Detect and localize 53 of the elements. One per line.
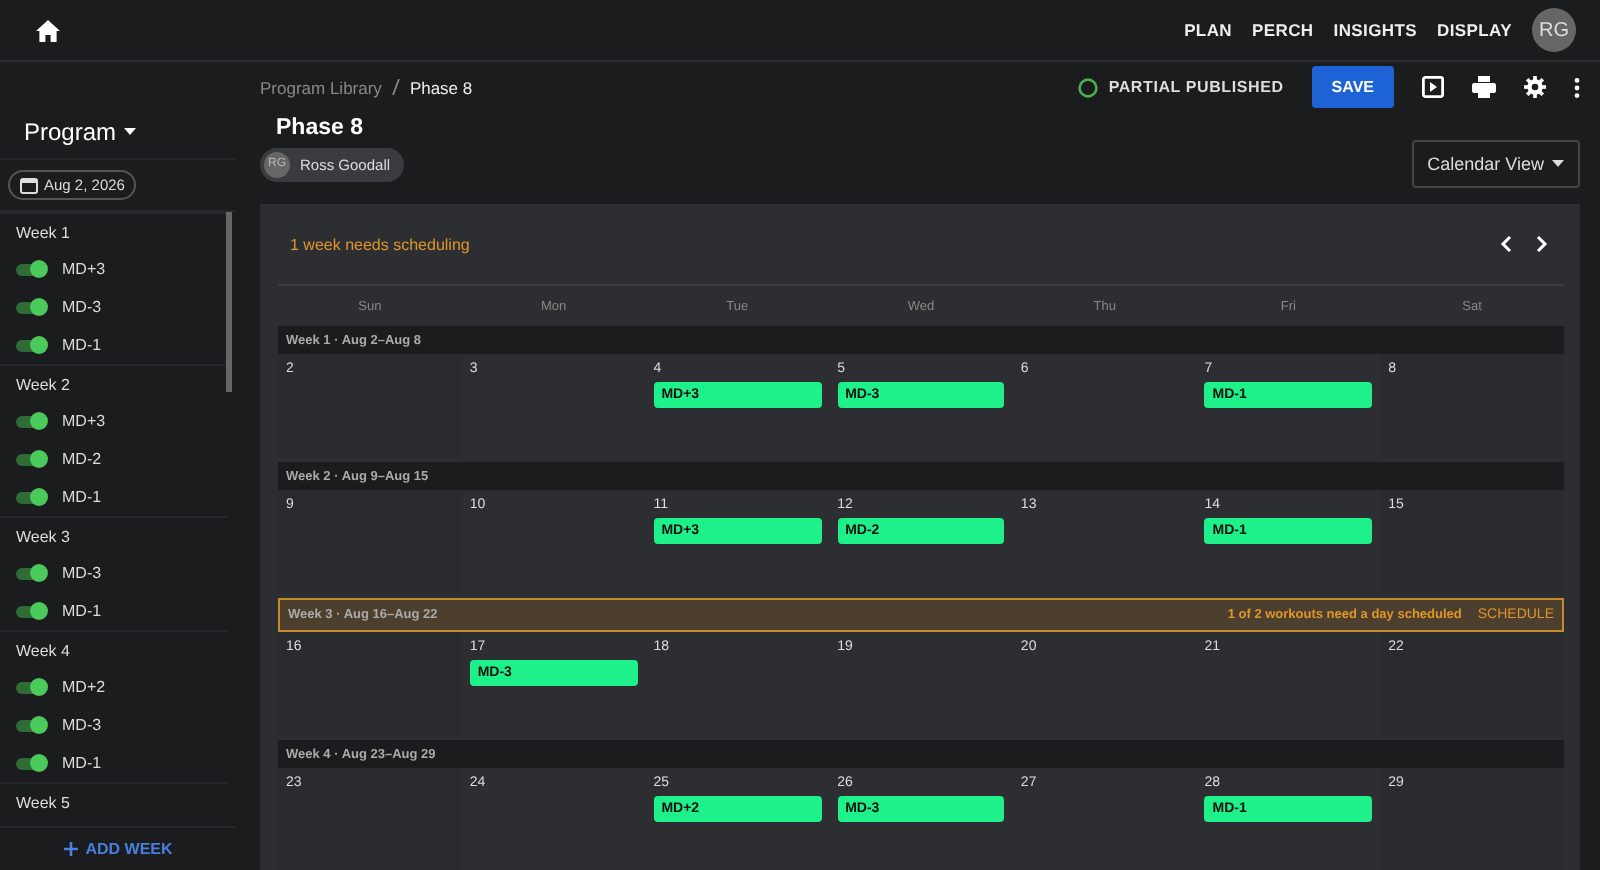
toggle-switch[interactable]: [16, 301, 46, 313]
page-title: Phase 8: [276, 116, 365, 140]
session-label: MD+3: [62, 412, 106, 430]
session-label: MD-3: [62, 716, 102, 734]
publish-status: PARTIAL PUBLISHED: [1108, 78, 1284, 96]
play-icon[interactable]: [1422, 76, 1444, 98]
view-dropdown[interactable]: Calendar View: [1411, 140, 1580, 188]
session-label: MD-1: [62, 488, 102, 506]
more-icon[interactable]: [1574, 77, 1580, 97]
toggle-switch[interactable]: [16, 339, 46, 351]
caret-icon: [1552, 160, 1564, 168]
breadcrumb-item: Phase 8: [409, 77, 473, 97]
session-label: MD+2: [62, 678, 106, 696]
caret-icon: [124, 128, 137, 136]
nav-link[interactable]: PERCH: [1252, 20, 1314, 40]
toggle-switch[interactable]: [16, 491, 46, 503]
week-heading: Week 5: [0, 782, 228, 820]
toggle-switch[interactable]: [16, 453, 46, 465]
home-icon[interactable]: [36, 19, 60, 41]
chevron-left-icon[interactable]: [1500, 236, 1512, 252]
scrollbar[interactable]: [226, 212, 232, 392]
toggle-switch[interactable]: [16, 719, 46, 731]
session-label: MD-3: [62, 564, 102, 582]
session-label: MD+3: [62, 260, 106, 278]
save-button[interactable]: SAVE: [1311, 66, 1394, 108]
week-heading: Week 3: [0, 516, 228, 554]
user-avatar[interactable]: RG: [1532, 8, 1576, 52]
session-label: MD-1: [62, 602, 102, 620]
nav-link[interactable]: INSIGHTS: [1333, 20, 1418, 40]
session-label: MD-1: [62, 336, 102, 354]
status-ring-icon: [1078, 77, 1099, 97]
breadcrumb-item[interactable]: Program Library: [260, 77, 382, 97]
plus-icon: [63, 842, 78, 856]
scheduling-notice: 1 week needs scheduling: [290, 235, 470, 253]
nav-link[interactable]: PLAN: [1184, 20, 1233, 40]
program-dropdown[interactable]: Program: [0, 62, 236, 160]
session-label: MD-3: [62, 298, 102, 316]
add-week-button[interactable]: ADD WEEK: [0, 826, 236, 870]
toggle-switch[interactable]: [16, 567, 46, 579]
toggle-switch[interactable]: [16, 757, 46, 769]
settings-icon[interactable]: [1524, 76, 1546, 98]
week-heading: Week 4: [0, 630, 228, 668]
slash-icon: [391, 78, 400, 96]
toggle-switch[interactable]: [16, 605, 46, 617]
print-icon[interactable]: [1472, 76, 1496, 98]
toggle-switch[interactable]: [16, 263, 46, 275]
calendar-icon: [20, 176, 38, 194]
session-label: MD-1: [62, 754, 102, 772]
toggle-switch[interactable]: [16, 415, 46, 427]
nav-link[interactable]: DISPLAY: [1437, 20, 1512, 40]
toggle-switch[interactable]: [16, 681, 46, 693]
chevron-right-icon[interactable]: [1536, 236, 1548, 252]
session-label: MD-2: [62, 450, 102, 468]
